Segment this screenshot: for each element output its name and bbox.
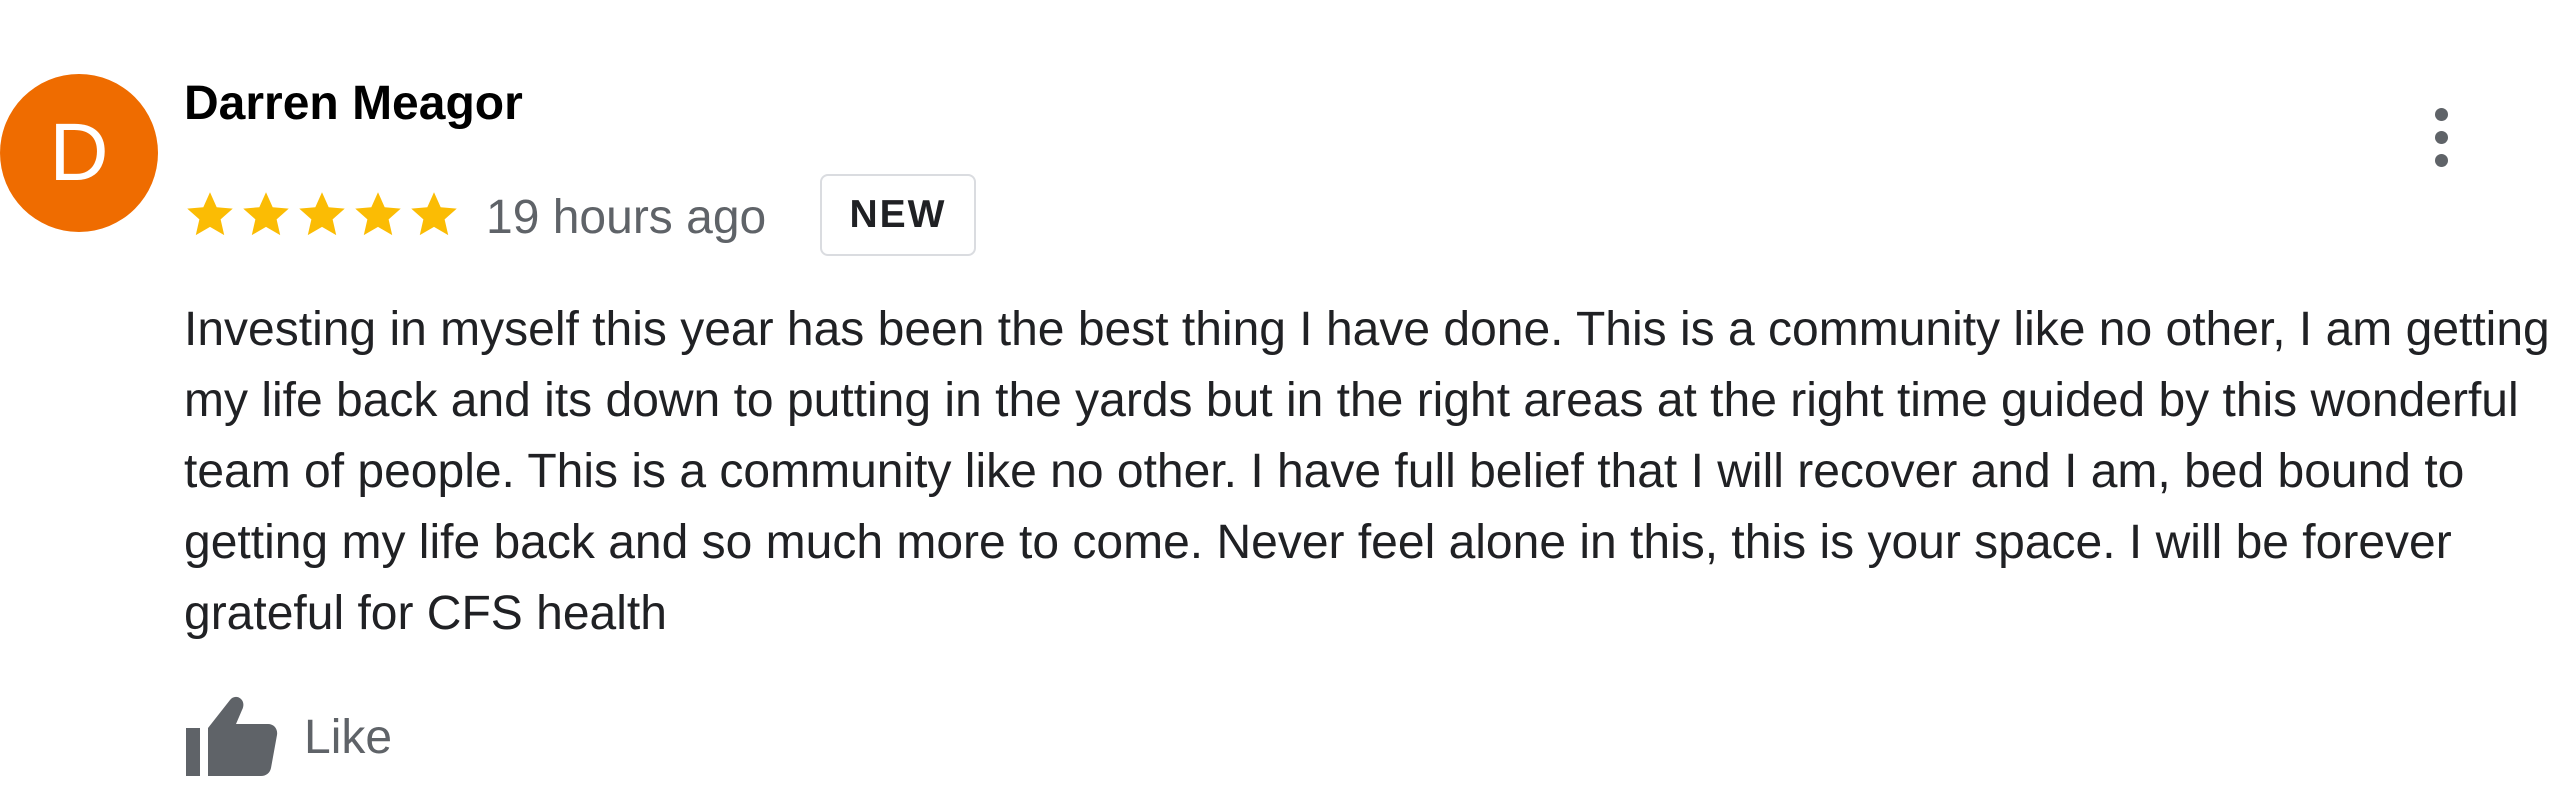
star-rating — [184, 184, 464, 246]
reviewer-name[interactable]: Darren Meagor — [184, 74, 523, 134]
star-icon — [355, 192, 401, 236]
like-label: Like — [304, 711, 393, 764]
star-icon — [243, 192, 289, 236]
avatar[interactable]: D — [0, 74, 158, 232]
avatar-letter: D — [49, 107, 109, 198]
thumbs-up-icon — [186, 696, 278, 776]
review-text: Investing in myself this year has been t… — [184, 303, 2550, 640]
review-card: D Darren Meagor 19 hours ago NEW Investi… — [0, 0, 2556, 808]
review-timestamp: 19 hours ago — [486, 191, 767, 244]
star-icon — [411, 192, 457, 236]
new-badge: NEW — [820, 174, 976, 256]
review-meta: 19 hours ago NEW — [184, 174, 1184, 266]
more-options-button[interactable] — [2416, 104, 2468, 172]
star-icon — [187, 192, 233, 236]
like-button[interactable]: Like — [184, 690, 392, 780]
star-icon — [299, 192, 345, 236]
